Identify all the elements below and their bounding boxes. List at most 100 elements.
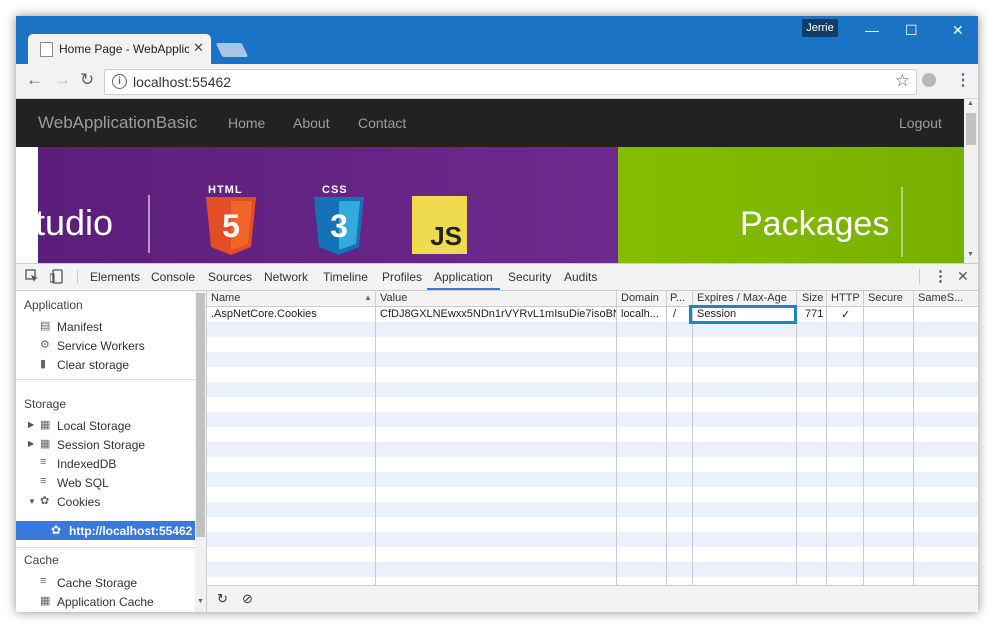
banner-divider-right xyxy=(901,187,903,257)
sidebar-item-manifest[interactable]: Manifest xyxy=(57,320,102,334)
css3-caption: CSS xyxy=(322,184,348,196)
device-toolbar-icon[interactable] xyxy=(49,269,64,284)
url-text[interactable]: localhost:55462 xyxy=(133,74,231,90)
expand-arrow-icon[interactable]: ▶ xyxy=(28,439,34,448)
tab-close-icon[interactable]: ✕ xyxy=(193,40,204,56)
sidebar-item-service-workers[interactable]: Service Workers xyxy=(57,339,145,353)
expand-arrow-icon[interactable]: ▶ xyxy=(28,420,34,429)
sidebar-item-clear-storage[interactable]: Clear storage xyxy=(57,358,129,372)
grid-icon: ▦ xyxy=(40,438,51,450)
page-scrollbar[interactable]: ▲ ▼ xyxy=(964,99,978,263)
nav-home[interactable]: Home xyxy=(228,115,265,131)
back-icon[interactable]: ← xyxy=(26,70,43,90)
tab-network[interactable]: Network xyxy=(264,270,308,284)
tab-timeline[interactable]: Timeline xyxy=(323,270,368,284)
tab-audits[interactable]: Audits xyxy=(564,270,597,284)
column-header-name[interactable]: Name xyxy=(211,292,240,304)
tab-sources[interactable]: Sources xyxy=(208,270,252,284)
sidebar-item-application-cache[interactable]: Application Cache xyxy=(57,595,154,609)
new-tab-button[interactable] xyxy=(215,43,249,57)
info-icon[interactable]: i xyxy=(112,74,127,89)
column-divider[interactable] xyxy=(692,291,693,585)
sidebar-item-cache-storage[interactable]: Cache Storage xyxy=(57,576,137,590)
sidebar-item-cookies[interactable]: Cookies xyxy=(57,495,100,509)
browser-tab[interactable]: Home Page - WebApplic ✕ xyxy=(28,34,211,64)
cookie-size-cell[interactable]: 771 xyxy=(805,308,823,320)
nav-contact[interactable]: Contact xyxy=(358,115,406,131)
clear-all-icon[interactable]: ⊘ xyxy=(242,591,253,607)
tab-console[interactable]: Console xyxy=(151,270,195,284)
cookie-name-cell[interactable]: .AspNetCore.Cookies xyxy=(211,308,317,320)
page-scrollbar-thumb[interactable] xyxy=(966,113,976,145)
site-brand[interactable]: WebApplicationBasic xyxy=(38,113,197,133)
column-header-http[interactable]: HTTP xyxy=(831,292,860,304)
sidebar-item-indexeddb[interactable]: IndexedDB xyxy=(57,457,116,471)
cookie-path-cell[interactable]: / xyxy=(673,308,676,320)
devtools-tabbar: Elements Console Sources Network Timelin… xyxy=(16,264,978,291)
column-divider[interactable] xyxy=(863,291,864,585)
toolbar-divider xyxy=(77,270,78,284)
column-divider[interactable] xyxy=(796,291,797,585)
refresh-icon[interactable]: ↻ xyxy=(217,591,228,607)
column-header-samesite[interactable]: SameS... xyxy=(918,292,963,304)
tab-profiles[interactable]: Profiles xyxy=(382,270,422,284)
scroll-up-icon[interactable]: ▲ xyxy=(967,100,974,107)
column-divider[interactable] xyxy=(666,291,667,585)
minimize-icon[interactable]: — xyxy=(865,22,879,38)
browser-toolbar: ← → ↻ i localhost:55462 ☆ ⋮ xyxy=(16,64,978,99)
nav-about[interactable]: About xyxy=(293,115,330,131)
sidebar-scrollbar-thumb[interactable] xyxy=(196,293,205,537)
cookie-origin-label: http://localhost:55462 xyxy=(69,524,193,538)
menu-icon[interactable]: ⋮ xyxy=(955,70,971,90)
tab-elements[interactable]: Elements xyxy=(90,270,140,284)
column-header-expires[interactable]: Expires / Max-Age xyxy=(697,292,787,304)
carousel-banner[interactable]: tudio HTML 5 CSS 3 JS Packages xyxy=(35,147,964,263)
close-window-icon[interactable]: ✕ xyxy=(952,22,964,39)
column-divider[interactable] xyxy=(616,291,617,585)
cookie-value-cell[interactable]: CfDJ8GXLNEwxx5NDn1rVYRvL1mIsuDie7isoBNv.… xyxy=(380,308,616,320)
database-icon: ≡ xyxy=(40,575,47,587)
collapse-arrow-icon[interactable]: ▼ xyxy=(28,497,36,506)
column-header-domain[interactable]: Domain xyxy=(621,292,659,304)
cookies-table: Name ▲ Value Domain P... Expires / Max-A… xyxy=(207,291,978,585)
bookmark-star-icon[interactable]: ☆ xyxy=(895,71,910,91)
section-cache: Cache xyxy=(24,553,59,567)
column-header-size[interactable]: Size xyxy=(802,292,823,304)
reload-icon[interactable]: ↻ xyxy=(80,70,94,90)
tab-application[interactable]: Application xyxy=(434,270,493,284)
sidebar-item-session-storage[interactable]: Session Storage xyxy=(57,438,145,452)
tab-security[interactable]: Security xyxy=(508,270,551,284)
sidebar-item-local-storage[interactable]: Local Storage xyxy=(57,419,131,433)
scroll-down-icon[interactable]: ▼ xyxy=(197,598,204,605)
database-icon: ≡ xyxy=(40,475,47,487)
forward-icon[interactable]: → xyxy=(54,70,71,90)
grid-icon: ▦ xyxy=(40,419,51,431)
section-divider xyxy=(16,379,195,380)
banner-purple-panel: tudio HTML 5 CSS 3 JS xyxy=(35,147,618,263)
column-header-secure[interactable]: Secure xyxy=(868,292,903,304)
inspect-element-icon[interactable] xyxy=(25,269,38,282)
gear-icon: ⚙ xyxy=(40,339,50,351)
devtools-menu-icon[interactable]: ⋮ xyxy=(933,267,948,285)
maximize-icon[interactable]: ☐ xyxy=(905,22,918,39)
sidebar-item-cookie-origin[interactable]: ✿ http://localhost:55462 xyxy=(16,521,195,540)
column-header-path[interactable]: P... xyxy=(670,292,692,304)
cookie-icon: ✿ xyxy=(40,495,50,507)
sidebar-item-web-sql[interactable]: Web SQL xyxy=(57,476,109,490)
cookie-http-check-icon[interactable]: ✓ xyxy=(841,308,850,321)
devtools-close-icon[interactable]: ✕ xyxy=(957,268,969,285)
extension-icon[interactable] xyxy=(922,73,936,87)
column-divider[interactable] xyxy=(375,291,376,585)
sidebar-scrollbar[interactable]: ▼ xyxy=(195,291,206,612)
column-divider[interactable] xyxy=(826,291,827,585)
nav-logout[interactable]: Logout xyxy=(899,115,942,131)
html5-caption: HTML xyxy=(208,184,243,196)
tab-title: Home Page - WebApplic xyxy=(59,42,189,56)
column-header-value[interactable]: Value xyxy=(380,292,407,304)
column-divider[interactable] xyxy=(913,291,914,585)
user-badge[interactable]: Jerrie xyxy=(802,19,838,37)
cookie-domain-cell[interactable]: localh... xyxy=(621,308,665,320)
address-bar[interactable]: i localhost:55462 ☆ xyxy=(104,69,917,95)
scroll-down-icon[interactable]: ▼ xyxy=(967,251,974,258)
cookie-icon: ✿ xyxy=(51,523,62,537)
